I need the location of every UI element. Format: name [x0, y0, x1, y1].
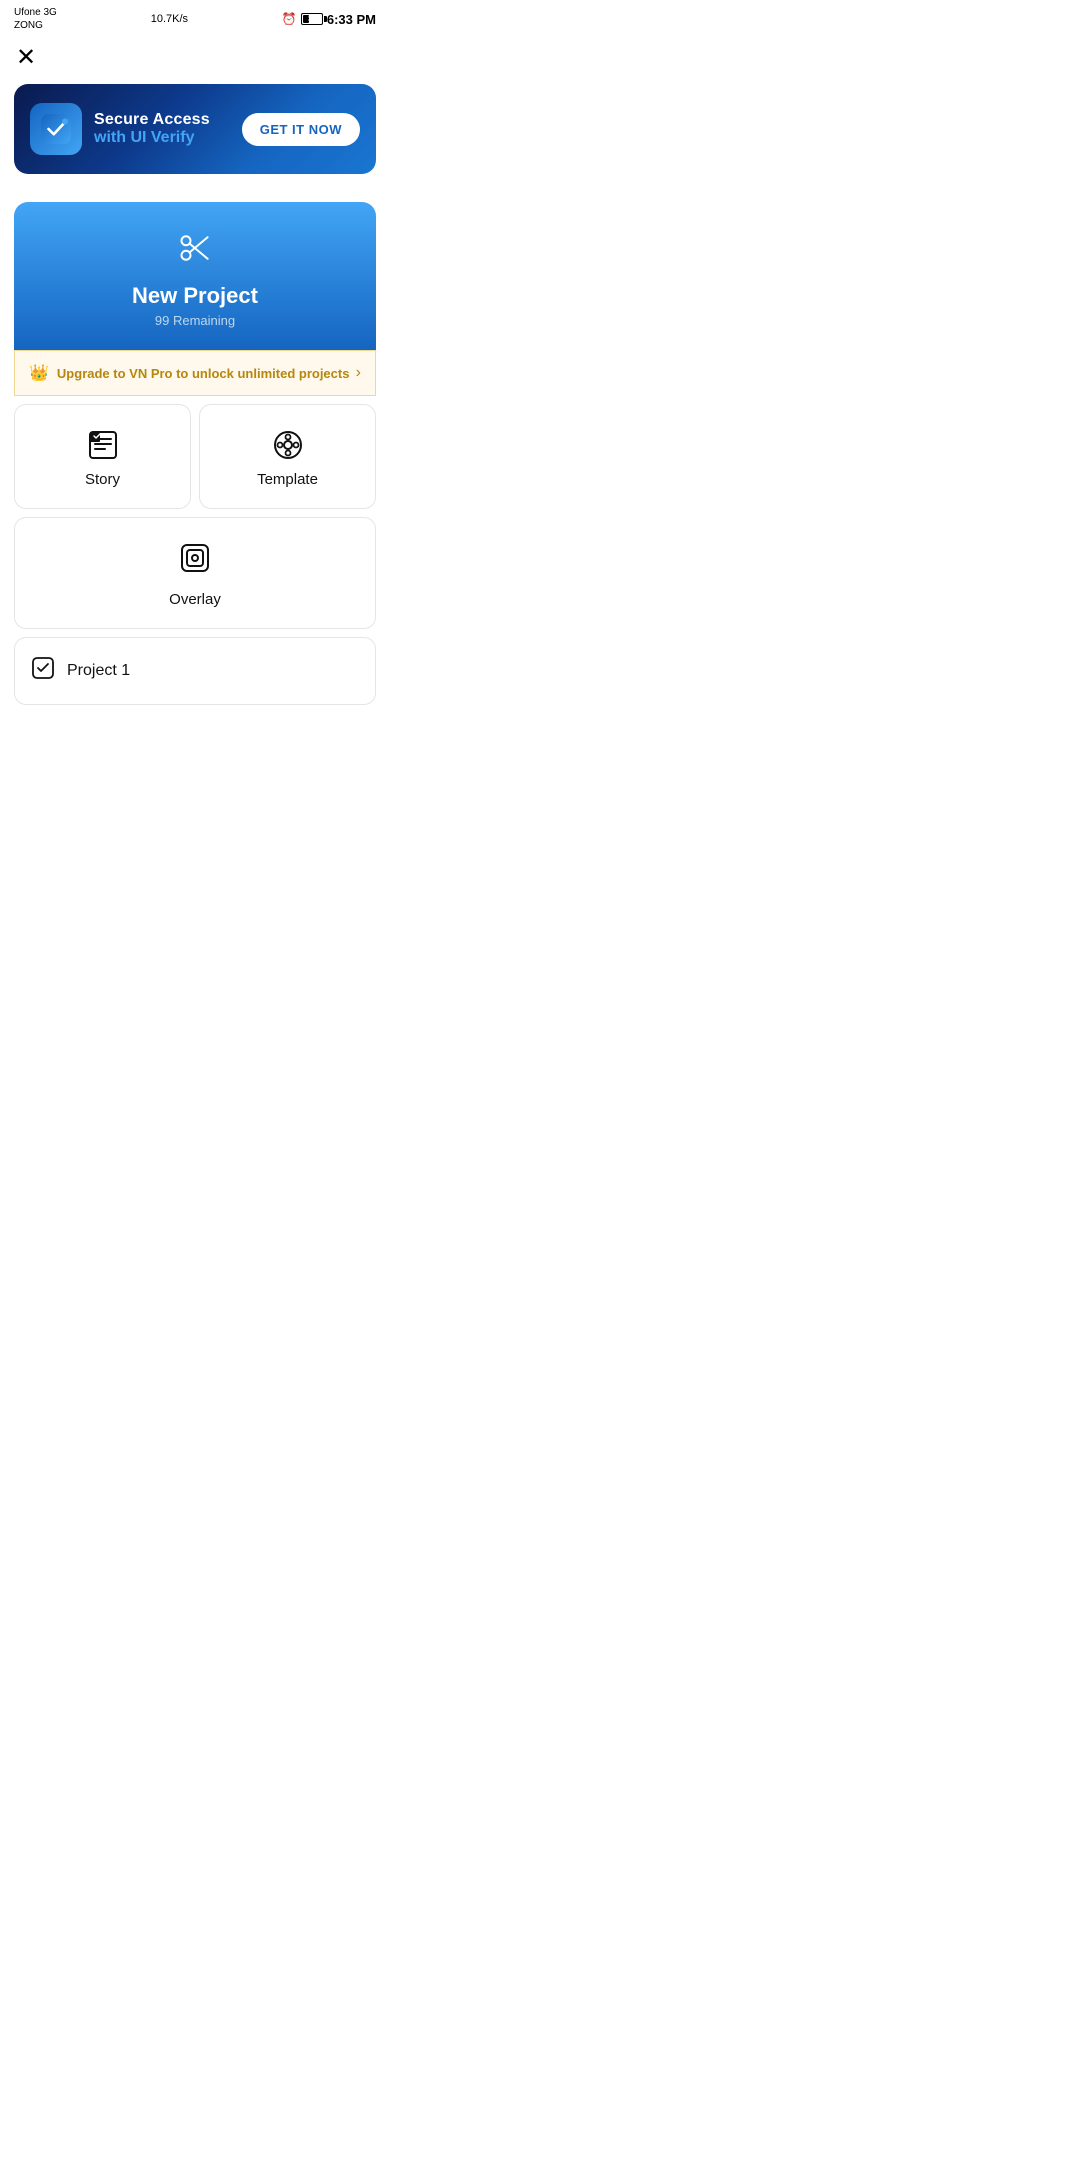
carrier-info: Ufone 3G ZONG [14, 6, 57, 32]
new-project-subtitle: 99 Remaining [155, 313, 235, 328]
scissors-icon [177, 230, 213, 271]
story-icon [87, 429, 119, 461]
close-icon[interactable]: ✕ [16, 46, 36, 70]
crown-icon: 👑 [29, 363, 49, 383]
ad-subtitle: with UI Verify [94, 129, 210, 147]
status-right: ⏰ 34 6:33 PM [282, 12, 376, 27]
story-label: Story [85, 471, 120, 488]
verify-logo-icon [41, 114, 71, 144]
ad-left: Secure Access with UI Verify [30, 103, 210, 155]
project-label: Project 1 [67, 662, 130, 680]
chevron-right-icon: › [356, 364, 361, 382]
overlay-card[interactable]: Overlay [14, 517, 376, 629]
ad-banner[interactable]: Secure Access with UI Verify GET IT NOW [14, 84, 376, 174]
template-card[interactable]: Template [199, 404, 376, 509]
template-icon [272, 429, 304, 461]
upgrade-text: 👑 Upgrade to VN Pro to unlock unlimited … [29, 363, 349, 383]
overlay-label: Overlay [169, 591, 221, 608]
time: 6:33 PM [327, 12, 376, 27]
new-project-title: New Project [132, 283, 258, 309]
options-grid: Story Template [14, 404, 376, 509]
alarm-icon: ⏰ [282, 12, 297, 26]
template-label: Template [257, 471, 318, 488]
status-bar: Ufone 3G ZONG 10.7K/s ⏰ 34 6:33 PM [0, 0, 390, 36]
close-button[interactable]: ✕ [0, 36, 390, 76]
upgrade-banner[interactable]: 👑 Upgrade to VN Pro to unlock unlimited … [14, 350, 376, 396]
ad-text: Secure Access with UI Verify [94, 111, 210, 147]
new-project-section: New Project 99 Remaining [14, 202, 376, 350]
story-card[interactable]: Story [14, 404, 191, 509]
ad-title: Secure Access [94, 111, 210, 129]
ad-cta-button[interactable]: GET IT NOW [242, 113, 360, 146]
ad-logo [30, 103, 82, 155]
project-icon [31, 656, 55, 686]
network-speed: 10.7K/s [151, 13, 188, 25]
battery-icon: 34 [301, 13, 323, 25]
project-card[interactable]: Project 1 [14, 637, 376, 705]
overlay-icon [179, 542, 211, 581]
